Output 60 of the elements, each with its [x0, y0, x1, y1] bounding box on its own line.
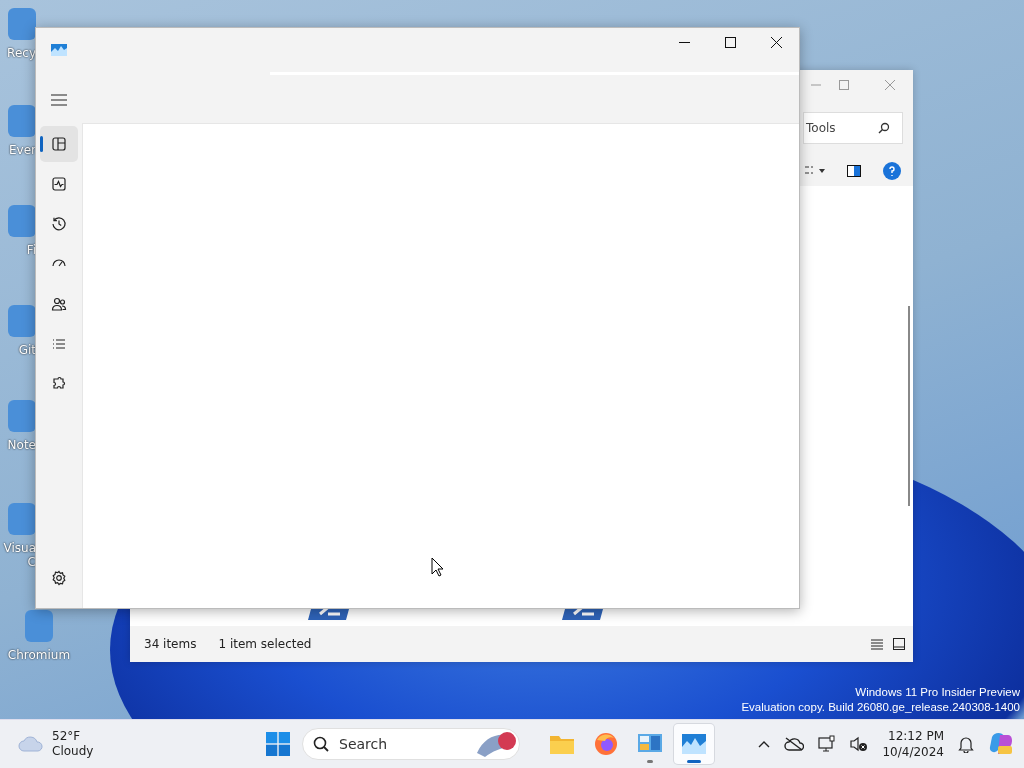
desktop-icon-label[interactable]: Git [18, 343, 36, 357]
shortcut-icon[interactable] [8, 400, 36, 432]
clock[interactable]: 12:12 PM 10/4/2024 [882, 728, 944, 761]
desktop-icon-label[interactable]: Chromium [7, 648, 71, 662]
maximize-icon [724, 36, 736, 48]
status-text: 34 items [144, 637, 197, 651]
weather-condition: Cloudy [52, 744, 94, 760]
nav-item[interactable] [40, 126, 78, 162]
shortcut-icon[interactable] [8, 205, 36, 237]
app-icon [51, 44, 67, 56]
search-field[interactable]: Tools [803, 112, 903, 144]
close-icon [885, 80, 895, 90]
chevron-up-icon[interactable] [758, 740, 771, 749]
details-view-icon[interactable] [871, 638, 883, 650]
monitor-icon[interactable] [818, 735, 837, 754]
fox-globe-icon [594, 732, 618, 757]
search-input[interactable]: Search [337, 735, 465, 754]
list-icon [51, 336, 67, 352]
desktop-icon-label[interactable]: C [27, 555, 36, 569]
search-icon [313, 736, 329, 753]
settings-icon [51, 570, 67, 586]
activity-chart-icon [681, 733, 707, 756]
status-text: 1 item selected [218, 637, 312, 651]
pulse-chart-icon [51, 176, 67, 192]
desktop-icon-label[interactable]: Visua [3, 541, 36, 555]
desktop-icon-label[interactable]: Fi [26, 243, 36, 257]
view-options-icon[interactable] [805, 165, 825, 177]
desktop-icon-label[interactable]: Note [7, 438, 36, 452]
processes-grid-icon [51, 136, 67, 152]
temperature: 52°F [52, 729, 82, 745]
desktop-icon-label[interactable]: Recy [7, 46, 36, 60]
shortcut-icon[interactable] [8, 8, 36, 40]
clock-time: 12:12 PM [888, 728, 944, 745]
menu-icon [51, 94, 67, 106]
desktop-icon-label[interactable]: Ever [9, 143, 36, 157]
bell-icon[interactable] [958, 735, 974, 753]
shortcut-icon[interactable] [8, 503, 36, 535]
shortcut-icon[interactable] [8, 305, 36, 337]
preview-pane-icon[interactable] [847, 165, 861, 177]
users-icon [51, 296, 67, 312]
search-box[interactable]: Search [302, 728, 520, 761]
history-clock-icon [51, 216, 67, 232]
maximize-icon [839, 80, 849, 90]
cloud-offline-icon[interactable] [784, 737, 805, 752]
puzzle-icon [51, 376, 67, 392]
shortcut-icon[interactable] [8, 105, 36, 137]
search-icon [878, 122, 890, 134]
clock-date: 10/4/2024 [882, 744, 944, 761]
weather-widget[interactable]: 52°F Cloudy [14, 725, 98, 764]
watermark-text: Windows 11 Pro Insider Preview [855, 685, 1020, 701]
taskbar-app-button[interactable] [674, 724, 714, 765]
windows-logo-icon [266, 732, 290, 757]
folder-icon [549, 733, 575, 756]
tiles-view-icon[interactable] [893, 638, 905, 650]
watermark-text: Evaluation copy. Build 26080.ge_release.240308-1400 [741, 700, 1020, 716]
cloud-icon [18, 736, 44, 753]
mouse-pointer-icon [431, 557, 444, 577]
close-icon [770, 36, 782, 48]
help-icon[interactable] [883, 162, 901, 180]
speaker-muted-icon[interactable] [850, 736, 869, 753]
